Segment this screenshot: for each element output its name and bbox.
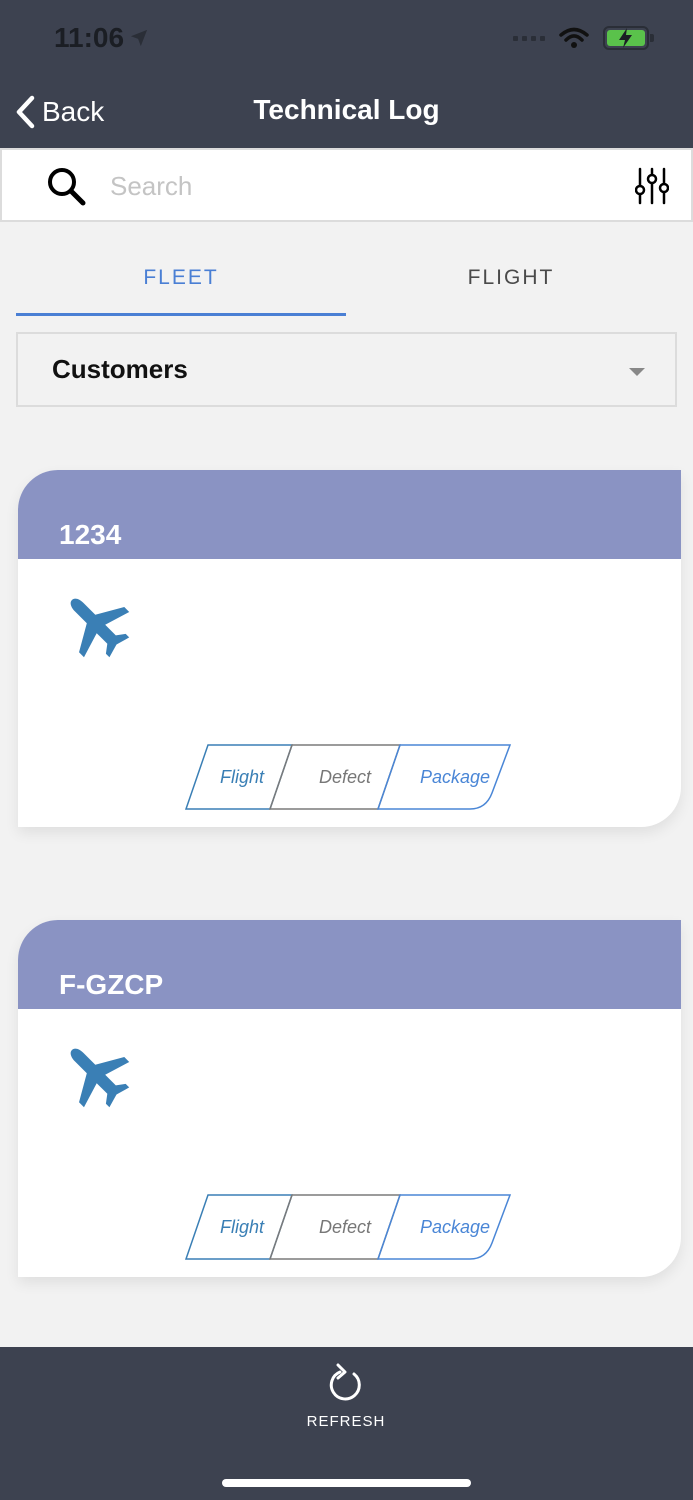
package-button[interactable]: Package	[400, 745, 510, 809]
search-bar	[0, 148, 693, 222]
card-header: F-GZCP	[18, 920, 681, 1009]
search-icon[interactable]	[46, 166, 86, 206]
customers-dropdown[interactable]: Customers	[16, 332, 677, 407]
airplane-icon	[70, 598, 130, 658]
aircraft-registration: F-GZCP	[59, 969, 164, 1000]
airplane-icon	[70, 1048, 130, 1108]
status-icons	[513, 26, 654, 50]
wifi-icon	[559, 27, 589, 48]
aircraft-registration: 1234	[59, 519, 122, 550]
aircraft-card[interactable]: 1234 Flight Defect Package	[18, 470, 681, 827]
location-arrow-icon	[130, 29, 148, 47]
top-bar: 11:06 Back Technical Log	[0, 0, 693, 148]
bottom-bar: REFRESH	[0, 1347, 693, 1500]
dropdown-value: Customers	[52, 354, 188, 384]
cellular-signal-icon	[513, 35, 545, 41]
status-time-text: 11:06	[54, 22, 125, 53]
flight-button[interactable]: Flight	[196, 745, 288, 809]
page-title: Technical Log	[253, 94, 440, 125]
refresh-button[interactable]: REFRESH	[296, 1363, 396, 1437]
search-input[interactable]	[110, 162, 610, 210]
package-button[interactable]: Package	[400, 1195, 510, 1259]
caret-down-icon	[629, 368, 645, 376]
card-actions: Flight Defect Package	[184, 1194, 514, 1260]
aircraft-card[interactable]: F-GZCP Flight Defect Package	[18, 920, 681, 1277]
refresh-label: REFRESH	[306, 1413, 386, 1430]
battery-charging-icon	[603, 26, 654, 50]
defect-button[interactable]: Defect	[290, 1195, 400, 1259]
tab-bar: FLEET FLIGHT	[16, 240, 676, 316]
refresh-icon	[329, 1363, 361, 1401]
tab-flight[interactable]: FLIGHT	[346, 240, 676, 316]
flight-button[interactable]: Flight	[196, 1195, 288, 1259]
card-actions: Flight Defect Package	[184, 744, 514, 810]
sliders-icon[interactable]	[635, 166, 669, 206]
home-indicator[interactable]	[222, 1479, 471, 1487]
tab-fleet[interactable]: FLEET	[16, 240, 346, 316]
card-header: 1234	[18, 470, 681, 559]
status-time: 11:06	[54, 22, 148, 54]
defect-button[interactable]: Defect	[290, 745, 400, 809]
